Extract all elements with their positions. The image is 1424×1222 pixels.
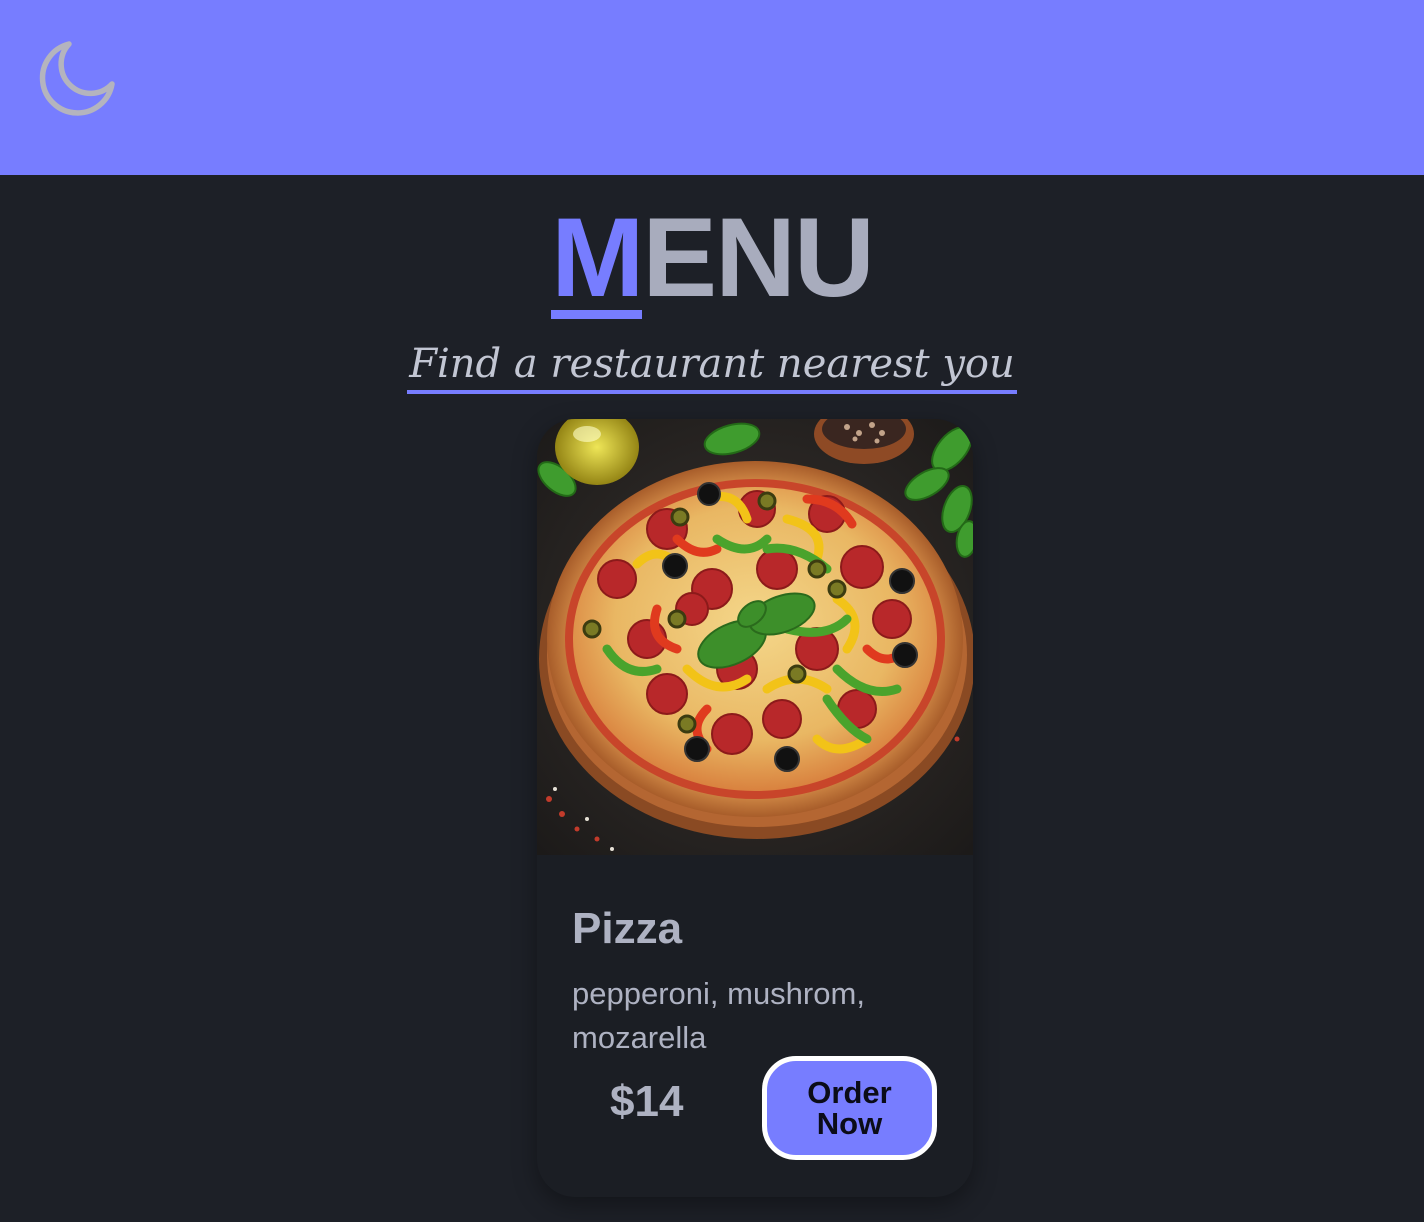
page-subtitle: Find a restaurant nearest you	[0, 338, 1424, 394]
subtitle-link[interactable]: Find a restaurant nearest you	[407, 338, 1017, 394]
pizza-image	[537, 419, 973, 855]
card-title: Pizza	[572, 904, 683, 953]
page-title-first-letter: M	[551, 195, 644, 320]
menu-card-pizza: Pizza pepperoni, mushrom, mozarella $14 …	[537, 419, 973, 1197]
page-title: MENU	[0, 198, 1424, 319]
card-description: pepperoni, mushrom, mozarella	[572, 976, 865, 1055]
theme-toggle-button[interactable]	[36, 36, 120, 120]
order-now-button[interactable]: Order Now	[762, 1056, 937, 1160]
card-price: $14	[610, 1077, 684, 1126]
top-bar	[0, 0, 1424, 175]
moon-icon	[39, 41, 115, 116]
page-title-rest: ENU	[642, 195, 874, 320]
order-now-label: Order Now	[807, 1075, 892, 1141]
